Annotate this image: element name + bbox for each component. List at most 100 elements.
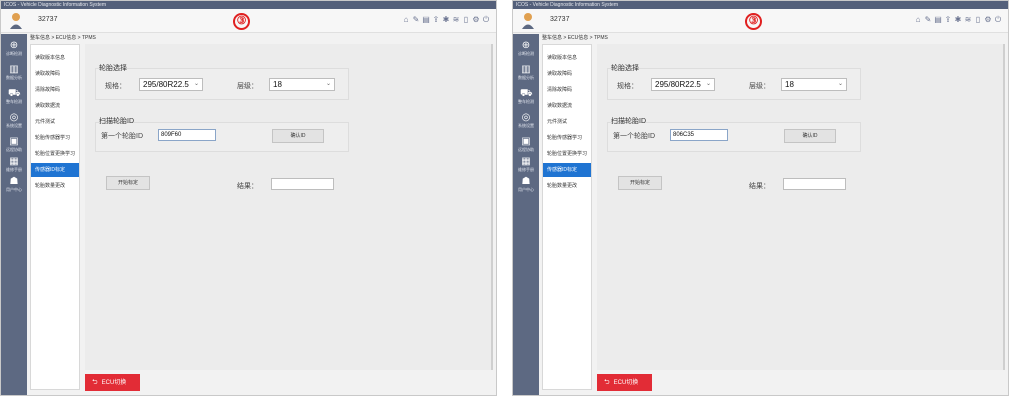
diagnosis-icon: ⊕ <box>9 40 19 51</box>
sidebar-item-remote[interactable]: ▣ 远程协助 <box>1 134 27 156</box>
menu-item-component-test[interactable]: 元件测试 <box>31 115 79 129</box>
scan-title: 扫描轮胎ID <box>99 118 134 125</box>
screen-before: ICOS - Vehicle Diagnostic Information Sy… <box>0 0 497 396</box>
menu-item-read-version[interactable]: 读取版本信息 <box>543 51 591 65</box>
function-menu: 读取版本信息 读取故障码 清除故障码 读取数据流 元件测试 轮胎传感器学习 轮胎… <box>542 44 592 390</box>
return-arrow-icon: ⮌ <box>92 379 98 386</box>
sidebar-item-diagnosis[interactable]: ⊕ 诊断检测 <box>1 38 27 60</box>
sidebar-item-manual[interactable]: ▦ 维修手册 <box>1 154 27 176</box>
top-bar: 32737 ③ ⌂ ✎ ▤ ⇪ ✱ ≋ ▯ ⚙ ⏻ <box>1 9 496 33</box>
first-tire-id-input[interactable]: 809F60 <box>158 129 216 141</box>
menu-item-data-stream[interactable]: 读取数据流 <box>31 99 79 113</box>
menu-item-data-stream[interactable]: 读取数据流 <box>543 99 591 113</box>
user-avatar-icon[interactable] <box>521 12 535 30</box>
sidebar-item-label: 维修手册 <box>518 167 534 172</box>
first-tire-label: 第一个轮胎ID <box>101 133 143 140</box>
function-menu: 读取版本信息 读取故障码 清除故障码 读取数据流 元件测试 轮胎传感器学习 轮胎… <box>30 44 80 390</box>
menu-item-sensor-learn[interactable]: 轮胎传感器学习 <box>543 131 591 145</box>
settings-icon[interactable]: ⚙ <box>472 15 480 25</box>
analysis-icon: ▥ <box>521 64 531 75</box>
sidebar-item-system[interactable]: ◎ 系统设置 <box>513 110 539 132</box>
start-calibration-button[interactable]: 开始标定 <box>106 176 150 190</box>
menu-item-read-dtc[interactable]: 读取故障码 <box>543 67 591 81</box>
book-icon[interactable]: ▤ <box>934 15 942 25</box>
menu-item-position-learn[interactable]: 轮胎位置更换学习 <box>543 147 591 161</box>
wifi-icon[interactable]: ≋ <box>452 15 460 25</box>
sidebar-item-system[interactable]: ◎ 系统设置 <box>1 110 27 132</box>
confirm-id-button[interactable]: 确认ID <box>272 129 324 143</box>
upload-icon[interactable]: ⇪ <box>432 15 440 25</box>
chevron-down-icon: ⌄ <box>325 81 331 87</box>
first-tire-id-value: 809F60 <box>161 132 182 138</box>
sidebar-item-user-center[interactable]: ☗ 用户中心 <box>513 174 539 196</box>
sidebar-item-vehicle[interactable]: ⛟ 整车检测 <box>1 86 27 108</box>
breadcrumb: 整车信息 > ECU信息 > TPMS <box>542 35 608 41</box>
screen-after: ICOS - Vehicle Diagnostic Information Sy… <box>512 0 1009 396</box>
home-icon[interactable]: ⌂ <box>914 15 922 25</box>
layers-value: 18 <box>273 80 282 89</box>
layers-select[interactable]: 18 ⌄ <box>269 78 335 91</box>
bluetooth-icon[interactable]: ✱ <box>954 15 962 25</box>
first-tire-label: 第一个轮胎ID <box>613 133 655 140</box>
step-marker: ③ <box>745 13 762 30</box>
spec-label: 规格： <box>105 83 126 90</box>
sidebar-item-analysis[interactable]: ▥ 数据分析 <box>513 62 539 84</box>
power-icon[interactable]: ⏻ <box>482 15 490 25</box>
sidebar-item-user-center[interactable]: ☗ 用户中心 <box>1 174 27 196</box>
home-icon[interactable]: ⌂ <box>402 15 410 25</box>
sidebar-item-label: 系统设置 <box>6 123 22 128</box>
wrench-icon[interactable]: ✎ <box>412 15 420 25</box>
manual-icon: ▦ <box>9 156 19 167</box>
start-calibration-button[interactable]: 开始标定 <box>618 176 662 190</box>
side-by-side-screens: ICOS - Vehicle Diagnostic Information Sy… <box>0 0 1009 400</box>
menu-item-sensor-id-calibration[interactable]: 传感器ID标定 <box>543 163 591 177</box>
menu-item-read-dtc[interactable]: 读取故障码 <box>31 67 79 81</box>
sidebar-item-vehicle[interactable]: ⛟ 整车检测 <box>513 86 539 108</box>
ecu-switch-button[interactable]: ⮌ ECU切换 <box>85 374 140 391</box>
window-title: ICOS - Vehicle Diagnostic Information Sy… <box>1 1 496 9</box>
menu-item-sensor-learn[interactable]: 轮胎传感器学习 <box>31 131 79 145</box>
menu-item-sensor-id-calibration[interactable]: 传感器ID标定 <box>31 163 79 177</box>
user-center-icon: ☗ <box>521 176 531 187</box>
sidebar-item-label: 远程协助 <box>6 147 22 152</box>
document-icon[interactable]: ▯ <box>974 15 982 25</box>
document-icon[interactable]: ▯ <box>462 15 470 25</box>
tire-select-title: 轮胎选择 <box>611 65 639 72</box>
menu-item-component-test[interactable]: 元件测试 <box>543 115 591 129</box>
user-avatar-icon[interactable] <box>9 12 23 30</box>
first-tire-id-value: 806C35 <box>673 132 695 138</box>
sidebar-item-analysis[interactable]: ▥ 数据分析 <box>1 62 27 84</box>
menu-item-tire-count[interactable]: 轮胎数量更改 <box>543 179 591 193</box>
sidebar-item-remote[interactable]: ▣ 远程协助 <box>513 134 539 156</box>
menu-item-clear-dtc[interactable]: 清除故障码 <box>543 83 591 97</box>
step-marker: ③ <box>233 13 250 30</box>
ecu-switch-button[interactable]: ⮌ ECU切换 <box>597 374 652 391</box>
power-icon[interactable]: ⏻ <box>994 15 1002 25</box>
layers-value: 18 <box>785 80 794 89</box>
result-label: 结果： <box>749 183 770 190</box>
wifi-icon[interactable]: ≋ <box>964 15 972 25</box>
menu-item-tire-count[interactable]: 轮胎数量更改 <box>31 179 79 193</box>
wrench-icon[interactable]: ✎ <box>924 15 932 25</box>
spec-select[interactable]: 295/80R22.5 ⌄ <box>651 78 715 91</box>
confirm-id-button[interactable]: 确认ID <box>784 129 836 143</box>
content-panel: 轮胎选择 规格： 295/80R22.5 ⌄ 层级： 18 ⌄ 扫描轮胎ID 第… <box>85 44 493 370</box>
menu-item-clear-dtc[interactable]: 清除故障码 <box>31 83 79 97</box>
result-field <box>271 178 334 190</box>
sidebar-item-diagnosis[interactable]: ⊕ 诊断检测 <box>513 38 539 60</box>
spec-select[interactable]: 295/80R22.5 ⌄ <box>139 78 203 91</box>
menu-item-read-version[interactable]: 读取版本信息 <box>31 51 79 65</box>
chevron-down-icon: ⌄ <box>837 81 843 87</box>
book-icon[interactable]: ▤ <box>422 15 430 25</box>
sidebar-item-manual[interactable]: ▦ 维修手册 <box>513 154 539 176</box>
upload-icon[interactable]: ⇪ <box>944 15 952 25</box>
menu-item-position-learn[interactable]: 轮胎位置更换学习 <box>31 147 79 161</box>
spec-value: 295/80R22.5 <box>143 80 189 89</box>
settings-icon[interactable]: ⚙ <box>984 15 992 25</box>
system-icon: ◎ <box>521 112 531 123</box>
spec-value: 295/80R22.5 <box>655 80 701 89</box>
ecu-switch-label: ECU切换 <box>613 380 639 386</box>
layers-select[interactable]: 18 ⌄ <box>781 78 847 91</box>
first-tire-id-input[interactable]: 806C35 <box>670 129 728 141</box>
bluetooth-icon[interactable]: ✱ <box>442 15 450 25</box>
